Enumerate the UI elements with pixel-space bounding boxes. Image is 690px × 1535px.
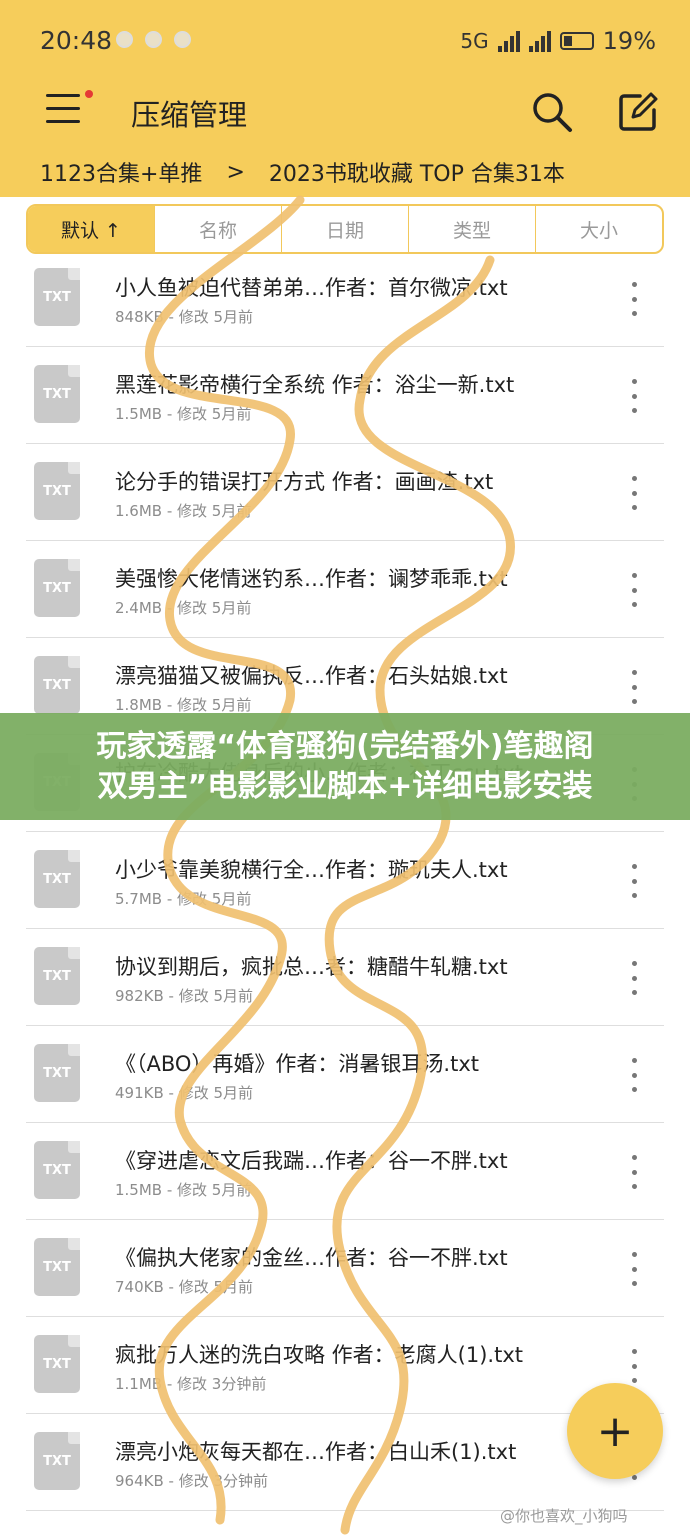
file-meta: 1.5MB - 修改 5月前 <box>115 1181 252 1199</box>
file-meta: 740KB - 修改 5月前 <box>115 1278 254 1296</box>
notification-dot <box>85 90 93 98</box>
edit-icon <box>619 92 658 131</box>
breadcrumb-separator: > <box>226 159 245 185</box>
file-row[interactable]: TXT 《穿进虐恋文后我踹…作者：谷一不胖.txt 1.5MB - 修改 5月前 <box>0 1123 690 1220</box>
file-row[interactable]: TXT 论分手的错误打开方式 作者：画画渣.txt 1.6MB - 修改 5月前 <box>0 444 690 541</box>
file-meta: 1.1MB - 修改 3分钟前 <box>115 1375 267 1393</box>
file-meta: 491KB - 修改 5月前 <box>115 1084 254 1102</box>
file-meta: 5.7MB - 修改 5月前 <box>115 890 252 908</box>
battery-percent: 19% <box>602 27 656 55</box>
file-meta: 1.5MB - 修改 5月前 <box>115 405 252 423</box>
menu-button[interactable] <box>46 90 93 128</box>
more-options-icon[interactable] <box>624 573 644 607</box>
txt-file-icon: TXT <box>34 559 80 617</box>
more-options-icon[interactable] <box>624 864 644 898</box>
file-meta: 964KB - 修改 3分钟前 <box>115 1472 269 1490</box>
more-options-icon[interactable] <box>624 1155 644 1189</box>
file-row[interactable]: TXT 黑莲花影帝横行全系统 作者：浴尘一新.txt 1.5MB - 修改 5月前 <box>0 347 690 444</box>
breadcrumb-current[interactable]: 2023书耽收藏 TOP 合集31本 <box>269 156 565 188</box>
banner-line-1: 玩家透露“体育骚狗(完结番外)笔趣阁 <box>96 728 594 764</box>
watermark: @你也喜欢_小狗吗 <box>500 1507 628 1525</box>
notification-icon <box>174 31 191 48</box>
top-bar: 20:48 5G 19% 压缩管理 1123合集+单推 > 2023书耽收藏 T… <box>0 0 690 197</box>
file-name: 疯批万人迷的洗白攻略 作者：老腐人(1).txt <box>115 1343 523 1367</box>
notification-icon <box>145 31 162 48</box>
file-name: 《偏执大佬家的金丝…作者：谷一不胖.txt <box>115 1246 508 1270</box>
file-row[interactable]: TXT 《（ABO）再婚》作者：消暑银耳汤.txt 491KB - 修改 5月前 <box>0 1026 690 1123</box>
breadcrumb: 1123合集+单推 > 2023书耽收藏 TOP 合集31本 <box>40 156 565 188</box>
more-options-icon[interactable] <box>624 1058 644 1092</box>
signal-icon <box>528 30 551 52</box>
file-name: 美强惨大佬情迷钓系…作者：谰梦乖乖.txt <box>115 567 508 591</box>
file-meta: 982KB - 修改 5月前 <box>115 987 254 1005</box>
txt-file-icon: TXT <box>34 1432 80 1490</box>
battery-icon <box>559 32 594 50</box>
status-right: 5G 19% <box>460 27 656 55</box>
file-row[interactable]: TXT 《偏执大佬家的金丝…作者：谷一不胖.txt 740KB - 修改 5月前 <box>0 1220 690 1317</box>
more-options-icon[interactable] <box>624 379 644 413</box>
file-name: 小少爷靠美貌横行全…作者：璇玑夫人.txt <box>115 858 508 882</box>
file-meta: 1.8MB - 修改 5月前 <box>115 696 252 714</box>
search-button[interactable] <box>530 90 574 134</box>
txt-file-icon: TXT <box>34 1141 80 1199</box>
txt-file-icon: TXT <box>34 947 80 1005</box>
file-name: 协议到期后，疯批总…者：糖醋牛轧糖.txt <box>115 955 508 979</box>
txt-file-icon: TXT <box>34 462 80 520</box>
sort-tab-default[interactable]: 默认 ↑ <box>28 206 155 252</box>
txt-file-icon: TXT <box>34 850 80 908</box>
sort-tab-name[interactable]: 名称 <box>155 206 282 252</box>
page-title: 压缩管理 <box>131 98 248 132</box>
file-name: 漂亮猫猫又被偏执反…作者：石头姑娘.txt <box>115 664 508 688</box>
file-meta: 2.4MB - 修改 5月前 <box>115 599 252 617</box>
more-options-icon[interactable] <box>624 282 644 316</box>
file-name: 《（ABO）再婚》作者：消暑银耳汤.txt <box>115 1052 480 1076</box>
status-bar: 20:48 5G 19% <box>0 0 690 78</box>
status-time: 20:48 <box>40 26 113 55</box>
file-name: 《穿进虐恋文后我踹…作者：谷一不胖.txt <box>115 1149 508 1173</box>
txt-file-icon: TXT <box>34 268 80 326</box>
app-root: 20:48 5G 19% 压缩管理 1123合集+单推 > 2023书耽收藏 T… <box>0 0 690 1535</box>
add-button[interactable]: + <box>567 1383 663 1479</box>
more-options-icon[interactable] <box>624 476 644 510</box>
more-options-icon[interactable] <box>624 1252 644 1286</box>
file-row[interactable]: TXT 美强惨大佬情迷钓系…作者：谰梦乖乖.txt 2.4MB - 修改 5月前 <box>0 541 690 638</box>
sort-tab-size[interactable]: 大小 <box>536 206 662 252</box>
banner-line-2: 双男主”电影影业脚本+详细电影安装 <box>97 768 593 804</box>
file-meta: 1.6MB - 修改 5月前 <box>115 502 252 520</box>
txt-file-icon: TXT <box>34 1238 80 1296</box>
txt-file-icon: TXT <box>34 365 80 423</box>
breadcrumb-parent[interactable]: 1123合集+单推 <box>40 156 202 188</box>
notification-icon <box>116 31 133 48</box>
txt-file-icon: TXT <box>34 656 80 714</box>
notification-icons <box>116 31 191 48</box>
search-icon <box>533 93 572 132</box>
file-row[interactable]: TXT 协议到期后，疯批总…者：糖醋牛轧糖.txt 982KB - 修改 5月前 <box>0 929 690 1026</box>
more-options-icon[interactable] <box>624 1349 644 1383</box>
more-options-icon[interactable] <box>624 961 644 995</box>
app-header: 压缩管理 <box>0 78 690 148</box>
sort-tab-date[interactable]: 日期 <box>282 206 409 252</box>
file-row[interactable]: TXT 小人鱼被迫代替弟弟…作者：首尔微凉.txt 848KB - 修改 5月前 <box>0 250 690 347</box>
sort-tabs: 默认 ↑ 名称 日期 类型 大小 <box>26 204 664 254</box>
file-name: 黑莲花影帝横行全系统 作者：浴尘一新.txt <box>115 373 515 397</box>
more-options-icon[interactable] <box>624 670 644 704</box>
file-name: 漂亮小炮灰每天都在…作者：白山禾(1).txt <box>115 1440 517 1464</box>
edit-button[interactable] <box>616 90 660 134</box>
promo-banner: 玩家透露“体育骚狗(完结番外)笔趣阁 双男主”电影影业脚本+详细电影安装 <box>0 713 690 820</box>
file-meta: 848KB - 修改 5月前 <box>115 308 254 326</box>
sort-tab-type[interactable]: 类型 <box>409 206 536 252</box>
file-name: 论分手的错误打开方式 作者：画画渣.txt <box>115 470 494 494</box>
txt-file-icon: TXT <box>34 1044 80 1102</box>
txt-file-icon: TXT <box>34 1335 80 1393</box>
file-row[interactable]: TXT 小少爷靠美貌横行全…作者：璇玑夫人.txt 5.7MB - 修改 5月前 <box>0 832 690 929</box>
signal-icon <box>497 30 520 52</box>
file-name: 小人鱼被迫代替弟弟…作者：首尔微凉.txt <box>115 276 508 300</box>
network-label: 5G <box>460 29 489 53</box>
